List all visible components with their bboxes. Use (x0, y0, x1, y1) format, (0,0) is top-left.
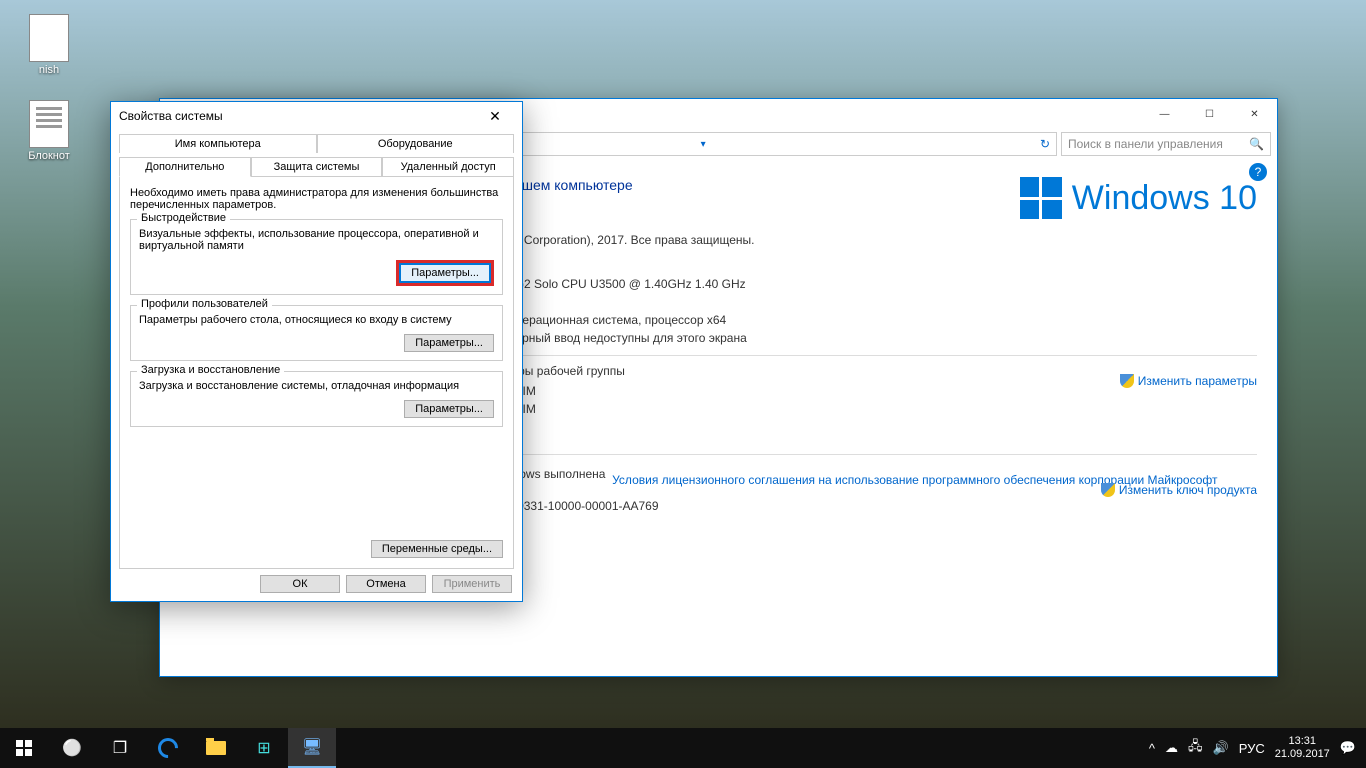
store-button[interactable]: ⊞ (240, 728, 288, 768)
clock[interactable]: 13:31 21.09.2017 (1275, 735, 1330, 761)
date-text: 21.09.2017 (1275, 748, 1330, 761)
system-tray: ^ ☁ 🖧 🔊 РУС 13:31 21.09.2017 💬 (1139, 735, 1366, 761)
ok-button[interactable]: ОК (260, 575, 340, 593)
edge-button[interactable] (144, 728, 192, 768)
explorer-button[interactable] (192, 728, 240, 768)
shield-icon (1101, 483, 1115, 497)
environment-variables-button[interactable]: Переменные среды... (371, 540, 503, 558)
folder-icon (206, 741, 226, 755)
performance-legend: Быстродействие (137, 212, 230, 224)
taskview-icon: ❐ (113, 738, 127, 758)
dialog-titlebar[interactable]: Свойства системы ✕ (111, 102, 522, 130)
copyright-text: ософт (Microsoft Corporation), 2017. Все… (430, 233, 1257, 247)
change-product-key-link[interactable]: Изменить ключ продукта (1101, 483, 1257, 497)
performance-group: Быстродействие Визуальные эффекты, испол… (130, 219, 503, 295)
tab-computer-name[interactable]: Имя компьютера (119, 134, 317, 153)
folder-icon (29, 14, 69, 62)
control-panel-taskbar-button[interactable]: 🖥 (288, 728, 336, 768)
system-properties-dialog: Свойства системы ✕ Имя компьютера Оборуд… (110, 101, 523, 602)
taskbar: ⚪ ❐ ⊞ 🖥 ^ ☁ 🖧 🔊 РУС 13:31 21.09.2017 💬 (0, 728, 1366, 768)
profiles-group: Профили пользователей Параметры рабочего… (130, 305, 503, 361)
tab-advanced[interactable]: Дополнительно (119, 157, 251, 177)
onedrive-icon[interactable]: ☁ (1165, 740, 1178, 756)
network-icon[interactable]: 🖧 (1188, 737, 1203, 759)
search-icon[interactable]: 🔍 (1249, 137, 1264, 151)
performance-settings-button[interactable]: Параметры... (399, 263, 491, 283)
tab-system-protection[interactable]: Защита системы (251, 157, 383, 177)
startup-settings-button[interactable]: Параметры... (404, 400, 494, 418)
desktop-icon-label: Блокнот (14, 150, 84, 162)
search-button[interactable]: ⚪ (48, 728, 96, 768)
time-text: 13:31 (1275, 735, 1330, 748)
search-placeholder: Поиск в панели управления (1068, 137, 1223, 151)
desktop-icon-notepad[interactable]: Блокнот (14, 100, 84, 162)
monitor-icon: 🖥 (302, 737, 322, 757)
shield-icon (1120, 374, 1134, 388)
desktop-icon-label: nish (14, 64, 84, 76)
windows-logo-icon (1020, 177, 1062, 219)
notepad-icon (29, 100, 69, 148)
profiles-settings-button[interactable]: Параметры... (404, 334, 494, 352)
search-icon: ⚪ (62, 738, 82, 758)
dropdown-icon[interactable]: ▾ (701, 139, 706, 150)
startup-desc: Загрузка и восстановление системы, отлад… (139, 380, 494, 392)
language-indicator[interactable]: РУС (1239, 741, 1265, 756)
minimize-button[interactable]: — (1142, 100, 1187, 128)
action-center-icon[interactable]: 💬 (1340, 740, 1356, 756)
search-input[interactable]: Поиск в панели управления 🔍 (1061, 132, 1271, 156)
store-icon: ⊞ (257, 738, 270, 758)
dialog-button-row: ОК Отмена Применить (111, 569, 522, 599)
volume-icon[interactable]: 🔊 (1213, 740, 1229, 756)
windows10-brand: Windows 10 (1020, 177, 1257, 219)
tab-content-advanced: Необходимо иметь права администратора дл… (119, 177, 514, 569)
taskview-button[interactable]: ❐ (96, 728, 144, 768)
startup-group: Загрузка и восстановление Загрузка и вос… (130, 371, 503, 427)
edge-icon (154, 734, 182, 762)
tab-remote[interactable]: Удаленный доступ (382, 157, 514, 177)
close-button[interactable]: ✕ (1232, 100, 1277, 128)
close-button[interactable]: ✕ (476, 108, 514, 125)
apply-button[interactable]: Применить (432, 575, 512, 593)
performance-settings-highlight: Параметры... (396, 260, 494, 286)
dialog-title: Свойства системы (119, 109, 223, 123)
tab-hardware[interactable]: Оборудование (317, 134, 515, 153)
windows10-text: Windows 10 (1072, 179, 1257, 218)
startup-legend: Загрузка и восстановление (137, 364, 284, 376)
tray-chevron-icon[interactable]: ^ (1149, 741, 1155, 756)
performance-desc: Визуальные эффекты, использование процес… (139, 228, 494, 252)
cancel-button[interactable]: Отмена (346, 575, 426, 593)
change-settings-link[interactable]: Изменить параметры (1120, 374, 1257, 388)
start-button[interactable] (0, 728, 48, 768)
maximize-button[interactable]: ☐ (1187, 100, 1232, 128)
windows-start-icon (16, 740, 32, 756)
admin-note: Необходимо иметь права администратора дл… (130, 187, 503, 211)
refresh-icon[interactable]: ↻ (1040, 137, 1050, 151)
profiles-desc: Параметры рабочего стола, относящиеся ко… (139, 314, 494, 326)
desktop-icon-folder[interactable]: nish (14, 14, 84, 76)
profiles-legend: Профили пользователей (137, 298, 272, 310)
